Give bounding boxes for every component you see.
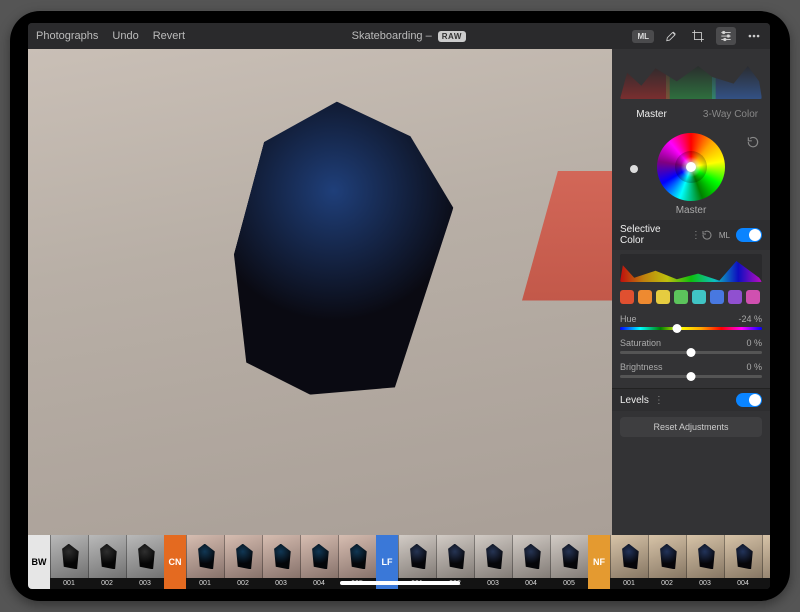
- preset-thumbnail[interactable]: 001: [186, 535, 224, 589]
- color-swatch[interactable]: [692, 290, 706, 304]
- selective-color-toggle[interactable]: [736, 228, 762, 242]
- levels-header: Levels ⋮: [612, 389, 770, 411]
- saturation-slider[interactable]: [620, 351, 762, 354]
- revert-button[interactable]: Revert: [153, 30, 185, 42]
- wheel-side-handle[interactable]: [630, 165, 638, 173]
- selective-ml-label: ML: [719, 231, 730, 240]
- color-swatch[interactable]: [638, 290, 652, 304]
- tab-3way-color[interactable]: 3-Way Color: [691, 105, 770, 125]
- ml-enhance-button[interactable]: ML: [632, 30, 654, 43]
- photographs-button[interactable]: Photographs: [36, 30, 98, 42]
- selective-color-header: Selective Color ⋮ ML: [612, 220, 770, 250]
- selective-histogram: [612, 250, 770, 286]
- preset-thumbnail[interactable]: 005: [550, 535, 588, 589]
- color-wheel-handle[interactable]: [686, 162, 696, 172]
- reset-adjustments-button[interactable]: Reset Adjustments: [620, 417, 762, 437]
- color-swatch[interactable]: [746, 290, 760, 304]
- color-wheel[interactable]: [657, 133, 725, 201]
- preset-thumbnail[interactable]: 001: [610, 535, 648, 589]
- preset-thumbnail-number: 002: [224, 578, 262, 589]
- hue-value: -24 %: [738, 314, 762, 324]
- saturation-value: 0 %: [746, 338, 762, 348]
- preset-thumbnail-number: 001: [50, 578, 88, 589]
- hue-slider-row: Hue -24 %: [620, 314, 762, 330]
- preset-thumbnail-number: 004: [300, 578, 338, 589]
- main-toolbar: Photographs Undo Revert Skateboarding – …: [28, 23, 770, 49]
- preset-group-label[interactable]: BW: [28, 535, 50, 589]
- document-title: Skateboarding – RAW: [185, 30, 632, 42]
- color-swatch[interactable]: [728, 290, 742, 304]
- color-swatch[interactable]: [674, 290, 688, 304]
- color-tabs: Master 3-Way Color: [612, 105, 770, 125]
- color-swatches: [612, 286, 770, 308]
- preset-thumbnail[interactable]: 002: [224, 535, 262, 589]
- preset-thumbnail[interactable]: 001: [50, 535, 88, 589]
- preset-thumbnail[interactable]: 003: [474, 535, 512, 589]
- preset-thumbnail-number: 003: [686, 578, 724, 589]
- preset-group-label[interactable]: NF: [588, 535, 610, 589]
- main-histogram: [612, 49, 770, 105]
- photo-canvas[interactable]: [28, 49, 612, 535]
- preset-thumbnail-number: 004: [512, 578, 550, 589]
- preset-thumbnail-number: 003: [262, 578, 300, 589]
- preset-thumbnail-number: 001: [610, 578, 648, 589]
- color-swatch[interactable]: [620, 290, 634, 304]
- levels-toggle[interactable]: [736, 393, 762, 407]
- selective-color-title: Selective Color: [620, 224, 686, 246]
- levels-options-icon[interactable]: ⋮: [654, 395, 664, 406]
- selective-options-icon[interactable]: ⋮: [691, 230, 701, 241]
- crop-icon[interactable]: [690, 28, 706, 44]
- home-indicator[interactable]: [340, 581, 460, 585]
- saturation-slider-row: Saturation 0 %: [620, 338, 762, 354]
- preset-thumbnail[interactable]: 004: [512, 535, 550, 589]
- preset-thumbnail-number: 001: [186, 578, 224, 589]
- document-title-text: Skateboarding –: [352, 30, 432, 42]
- preset-thumbnail[interactable]: 004: [724, 535, 762, 589]
- preset-thumbnail-number: 003: [474, 578, 512, 589]
- tab-master[interactable]: Master: [612, 105, 691, 125]
- preset-thumbnail[interactable]: 003: [262, 535, 300, 589]
- brush-icon[interactable]: [664, 28, 680, 44]
- preset-thumbnail[interactable]: 005: [762, 535, 770, 589]
- preset-thumbnail[interactable]: 002: [648, 535, 686, 589]
- preset-thumbnail[interactable]: 004: [300, 535, 338, 589]
- preset-thumbnail-number: 002: [88, 578, 126, 589]
- saturation-label: Saturation: [620, 338, 661, 348]
- preset-thumbnail-number: 004: [724, 578, 762, 589]
- color-swatch[interactable]: [710, 290, 724, 304]
- adjustments-panel: Master 3-Way Color Master Selective Co: [612, 49, 770, 535]
- more-icon[interactable]: [746, 28, 762, 44]
- selective-reset-icon[interactable]: [701, 229, 713, 241]
- hue-label: Hue: [620, 314, 637, 324]
- preset-thumbnail[interactable]: 002: [88, 535, 126, 589]
- preset-thumbnail-number: 005: [762, 578, 770, 589]
- color-swatch[interactable]: [656, 290, 670, 304]
- preset-thumbnail-number: 003: [126, 578, 164, 589]
- brightness-slider-row: Brightness 0 %: [620, 362, 762, 378]
- preset-group-label[interactable]: CN: [164, 535, 186, 589]
- brightness-label: Brightness: [620, 362, 663, 372]
- reset-wheel-icon[interactable]: [746, 135, 760, 149]
- preset-thumbnail-number: 005: [550, 578, 588, 589]
- preset-thumbnail-number: 002: [648, 578, 686, 589]
- brightness-slider[interactable]: [620, 375, 762, 378]
- ipad-device-frame: Photographs Undo Revert Skateboarding – …: [10, 11, 790, 601]
- raw-badge: RAW: [438, 31, 466, 42]
- undo-button[interactable]: Undo: [112, 30, 138, 42]
- levels-title: Levels: [620, 395, 649, 406]
- preset-thumbnail[interactable]: 003: [686, 535, 724, 589]
- color-wheel-label: Master: [676, 205, 707, 216]
- adjustments-icon[interactable]: [716, 27, 736, 45]
- preset-thumbnail[interactable]: 003: [126, 535, 164, 589]
- hue-slider[interactable]: [620, 327, 762, 330]
- brightness-value: 0 %: [746, 362, 762, 372]
- app-screen: Photographs Undo Revert Skateboarding – …: [28, 23, 770, 589]
